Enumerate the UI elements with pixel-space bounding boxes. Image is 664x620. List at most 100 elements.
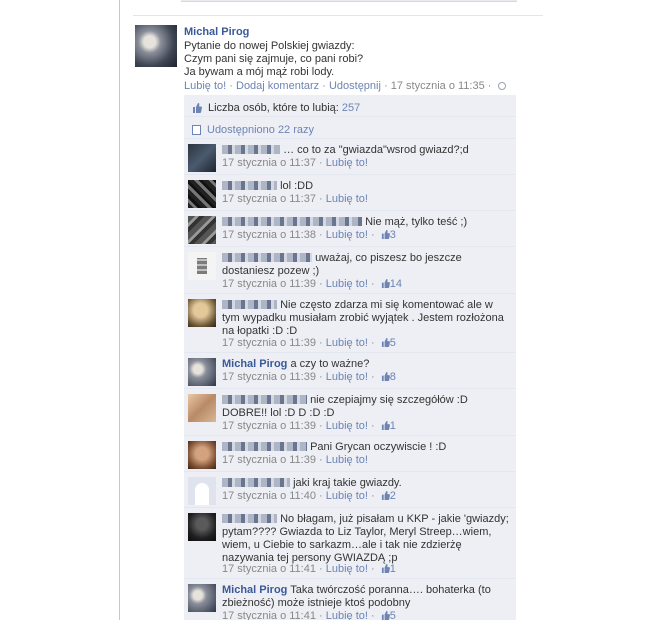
post-message-line: Ja bywam a mój mąż robi lody.: [184, 66, 335, 78]
comment-timestamp[interactable]: 17 stycznia o 11:37: [222, 157, 316, 169]
redacted-name: [222, 395, 307, 404]
comment-timestamp[interactable]: 17 stycznia o 11:39: [222, 278, 316, 290]
likes-label-text: Liczba osób, które to lubią:: [208, 101, 339, 114]
comment-timestamp[interactable]: 17 stycznia o 11:39: [222, 337, 316, 349]
comment-meta: 17 stycznia o 11:39 · Lubię to!: [222, 454, 368, 466]
shares-summary: Udostępniono 22 razy: [184, 117, 516, 139]
comment-like-link[interactable]: Lubię to!: [326, 420, 368, 432]
thumbs-up-icon: [381, 279, 390, 288]
redacted-name: [222, 145, 280, 154]
comment-likes[interactable]: 5: [378, 337, 396, 349]
comment-text: Pani Grycan oczywiscie ! :D: [222, 441, 512, 454]
comment-timestamp[interactable]: 17 stycznia o 11:41: [222, 563, 316, 575]
thumbs-up-icon: [381, 338, 390, 347]
redacted-name: [222, 478, 290, 487]
comment: Michal Pirog Taka twórczość poranna…. bo…: [184, 579, 516, 620]
comment-like-link[interactable]: Lubię to!: [326, 563, 368, 575]
author-avatar[interactable]: [135, 25, 177, 67]
commenter-avatar[interactable]: [188, 216, 216, 244]
comment-likes[interactable]: 5: [378, 610, 396, 620]
comment-author-name[interactable]: Michal Pirog: [222, 358, 287, 370]
comment-likes-count: 3: [389, 229, 396, 241]
comment-timestamp[interactable]: 17 stycznia o 11:37: [222, 193, 316, 205]
comment-text: Nie mąż, tylko teść ;): [222, 216, 512, 229]
post-timestamp[interactable]: 17 stycznia o 11:35: [391, 80, 485, 92]
thumbs-up-icon: [381, 230, 390, 239]
like-link[interactable]: Lubię to!: [184, 80, 226, 92]
comment-likes-count: 5: [389, 337, 396, 349]
comment-timestamp[interactable]: 17 stycznia o 11:39: [222, 420, 316, 432]
comment-like-link[interactable]: Lubię to!: [326, 610, 368, 620]
comment-likes-count: 5: [389, 610, 396, 620]
avatar-placeholder: [197, 258, 207, 274]
commenter-avatar[interactable]: [188, 584, 216, 612]
commenter-avatar[interactable]: [188, 358, 216, 386]
commenter-avatar[interactable]: [188, 394, 216, 422]
comment-likes[interactable]: 1: [378, 563, 396, 575]
comment-likes-count: 1: [389, 563, 396, 575]
redacted-name: [222, 217, 362, 226]
comment-like-link[interactable]: Lubię to!: [326, 157, 368, 169]
comment-like-link[interactable]: Lubię to!: [326, 454, 368, 466]
comment-timestamp[interactable]: 17 stycznia o 11:38: [222, 229, 316, 241]
commenter-avatar[interactable]: [188, 252, 216, 280]
globe-icon[interactable]: [497, 82, 506, 90]
comment: uważaj, co piszesz bo jeszcze dostaniesz…: [184, 247, 516, 294]
comment-body: a czy to ważne?: [290, 358, 370, 370]
comment-like-link[interactable]: Lubię to!: [326, 278, 368, 290]
comment-meta: 17 stycznia o 11:39 · Lubię to! · 5: [222, 337, 396, 349]
comment-text: … co to za "gwiazda"wsrod gwiazd?;d: [222, 144, 512, 157]
comment-timestamp[interactable]: 17 stycznia o 11:40: [222, 490, 316, 502]
likes-count[interactable]: 257: [342, 102, 360, 114]
comment-author-name[interactable]: Michal Pirog: [222, 584, 287, 596]
comment-like-link[interactable]: Lubię to!: [326, 371, 368, 383]
comment-meta: 17 stycznia o 11:37 · Lubię to!: [222, 157, 368, 169]
comment: Michal Pirog a czy to ważne? 17 stycznia…: [184, 353, 516, 389]
comment-body: jaki kraj takie gwiazdy.: [293, 477, 402, 489]
comment-likes[interactable]: 1: [378, 420, 396, 432]
comment-meta: 17 stycznia o 11:40 · Lubię to! · 2: [222, 490, 396, 502]
comment-likes-count: 2: [389, 490, 396, 502]
comment-text: Nie często zdarza mi się komentować ale …: [222, 299, 512, 338]
comment-likes[interactable]: 14: [378, 278, 402, 290]
comment-text: Michal Pirog Taka twórczość poranna…. bo…: [222, 584, 512, 610]
post-body: Michal Pirog Pytanie do nowej Polskiej g…: [184, 25, 524, 79]
commenter-avatar[interactable]: [188, 477, 216, 505]
comment-meta: 17 stycznia o 11:41 · Lubię to! · 1: [222, 563, 396, 575]
comment: jaki kraj takie gwiazdy. 17 stycznia o 1…: [184, 472, 516, 508]
separator-dot: ·: [384, 80, 391, 92]
comment-like-link[interactable]: Lubię to!: [326, 229, 368, 241]
commenter-avatar[interactable]: [188, 441, 216, 469]
commenter-avatar[interactable]: [188, 180, 216, 208]
comment-text: lol :DD: [222, 180, 512, 193]
comment-like-link[interactable]: Lubię to!: [326, 337, 368, 349]
comment-likes[interactable]: 3: [378, 229, 396, 241]
comment-likes[interactable]: 2: [378, 490, 396, 502]
comment: … co to za "gwiazda"wsrod gwiazd?;d 17 s…: [184, 139, 516, 175]
thumbs-up-icon: [193, 102, 202, 113]
separator-dot: ·: [322, 80, 329, 92]
feedback-box: Liczba osób, które to lubią: 257 Udostęp…: [184, 95, 516, 620]
comment-link[interactable]: Dodaj komentarz: [236, 80, 319, 92]
post-divider: [133, 15, 543, 16]
comment-timestamp[interactable]: 17 stycznia o 11:39: [222, 371, 316, 383]
post-author-name[interactable]: Michal Pirog: [184, 25, 524, 39]
redacted-name: [222, 253, 312, 262]
comment-timestamp[interactable]: 17 stycznia o 11:41: [222, 610, 316, 620]
comment-like-link[interactable]: Lubię to!: [326, 490, 368, 502]
commenter-avatar[interactable]: [188, 299, 216, 327]
share-link[interactable]: Udostępnij: [329, 80, 381, 92]
comment-text: Michal Pirog a czy to ważne?: [222, 358, 512, 371]
redacted-name: [222, 300, 277, 309]
comment-likes[interactable]: 8: [378, 371, 396, 383]
comment-like-link[interactable]: Lubię to!: [326, 193, 368, 205]
comment-timestamp[interactable]: 17 stycznia o 11:39: [222, 454, 316, 466]
shares-count-link[interactable]: Udostępniono 22 razy: [207, 124, 314, 136]
comment-text: uważaj, co piszesz bo jeszcze dostaniesz…: [222, 252, 512, 278]
previous-post-edge: [181, 0, 517, 2]
comment-meta: 17 stycznia o 11:39 · Lubię to! · 8: [222, 371, 396, 383]
commenter-avatar[interactable]: [188, 513, 216, 541]
comment-likes-count: 8: [389, 371, 396, 383]
comment: No błagam, już pisałam u KKP - jakie 'gw…: [184, 508, 516, 579]
commenter-avatar[interactable]: [188, 144, 216, 172]
